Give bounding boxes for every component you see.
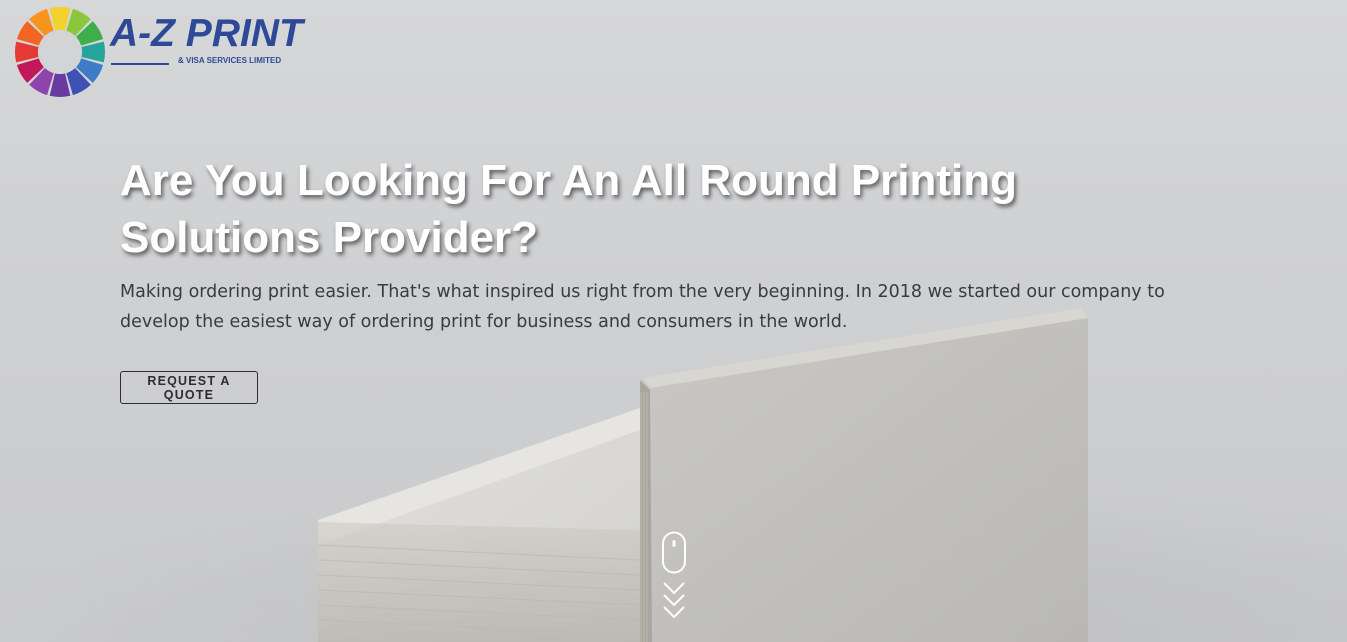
hero-section: A-Z PRINT & VISA SERVICES LIMITED Are Yo… bbox=[0, 0, 1347, 642]
request-quote-button[interactable]: REQUEST A QUOTE bbox=[120, 371, 258, 404]
chevron-down-icon bbox=[663, 582, 685, 619]
brand-logo[interactable]: A-Z PRINT & VISA SERVICES LIMITED bbox=[14, 6, 303, 98]
scroll-down-indicator[interactable] bbox=[660, 531, 690, 623]
brand-divider bbox=[111, 63, 169, 65]
color-wheel-segment bbox=[15, 41, 39, 63]
color-wheel-segment bbox=[49, 7, 71, 31]
hero-description: Making ordering print easier. That's wha… bbox=[120, 282, 1165, 332]
color-wheel-icon bbox=[15, 7, 105, 97]
hero-headline: Are You Looking For An All Round Printin… bbox=[120, 156, 1018, 262]
brand-subtitle: & VISA SERVICES LIMITED bbox=[178, 56, 282, 65]
brand-name: A-Z PRINT bbox=[110, 12, 303, 55]
color-wheel-segment bbox=[49, 73, 71, 97]
color-wheel-segment bbox=[81, 41, 105, 63]
